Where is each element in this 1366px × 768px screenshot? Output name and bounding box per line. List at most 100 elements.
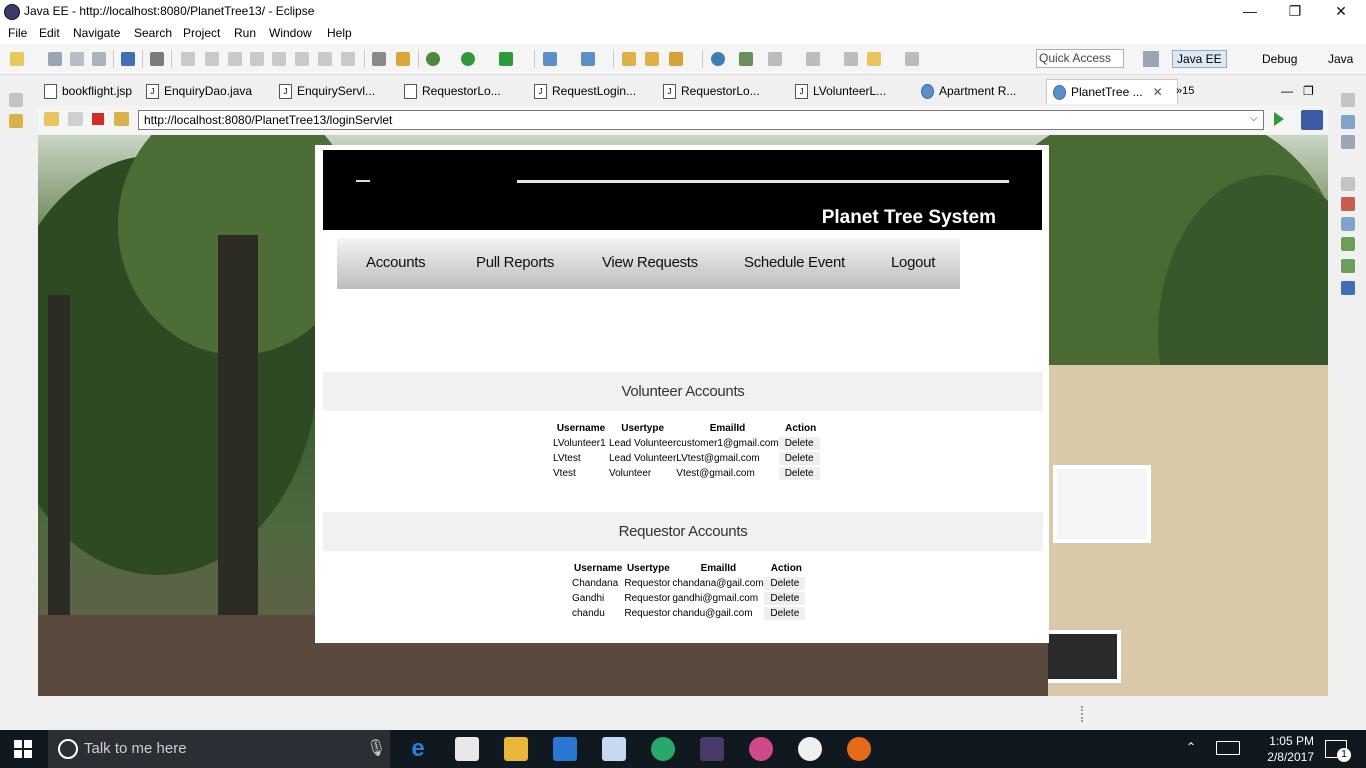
step-over-icon[interactable]	[295, 52, 309, 66]
drop-to-frame-icon[interactable]	[341, 52, 355, 66]
more-tabs-button[interactable]: »15	[1176, 79, 1206, 103]
new-server-icon[interactable]	[543, 52, 557, 66]
forward-arrow-icon[interactable]	[68, 112, 83, 126]
windows-start-icon[interactable]	[14, 740, 32, 758]
outline-icon[interactable]	[1341, 115, 1355, 129]
use-step-filters-icon[interactable]	[372, 52, 386, 66]
terminate-icon[interactable]	[228, 52, 242, 66]
perspective-debug[interactable]: Debug	[1262, 52, 1297, 66]
nav-schedule-event[interactable]: Schedule Event	[744, 254, 845, 271]
close-tab-icon[interactable]: ✕	[1153, 85, 1163, 99]
menu-file[interactable]: File	[8, 26, 27, 40]
restore-view-icon[interactable]	[9, 93, 23, 107]
save-icon[interactable]	[48, 52, 62, 66]
back-arrow-icon[interactable]	[44, 112, 59, 126]
minimize-editor-icon[interactable]: —	[1281, 79, 1295, 103]
terminal-icon[interactable]	[121, 52, 135, 66]
browser-menu-icon[interactable]	[1301, 110, 1323, 130]
taskbar-search[interactable]: Talk to me here 🎙	[48, 730, 390, 768]
tab-lvolunteerlogin[interactable]: J LVolunteerL...	[795, 79, 910, 103]
menu-navigate[interactable]: Navigate	[73, 26, 120, 40]
open-folder-icon[interactable]	[645, 52, 659, 66]
delete-button[interactable]: Delete	[778, 467, 820, 480]
url-dropdown-icon[interactable]: ⌵	[1250, 113, 1258, 124]
pin-icon[interactable]	[739, 52, 753, 66]
tab-enquiryservlet[interactable]: J EnquiryServl...	[279, 79, 394, 103]
step-return-icon[interactable]	[318, 52, 332, 66]
resume-icon[interactable]	[181, 52, 195, 66]
disconnect-icon[interactable]	[250, 52, 264, 66]
refresh-icon[interactable]	[114, 112, 129, 126]
task-list-icon[interactable]	[1341, 135, 1355, 149]
new-icon[interactable]	[10, 52, 24, 66]
prev-annotation-icon[interactable]	[806, 52, 820, 66]
itunes-icon[interactable]	[798, 737, 822, 761]
build-icon[interactable]	[396, 52, 410, 66]
skip-breakpoints-icon[interactable]	[150, 52, 164, 66]
eclipse-taskbar-icon[interactable]	[700, 737, 724, 761]
menu-run[interactable]: Run	[234, 26, 256, 40]
url-input[interactable]: http://localhost:8080/PlanetTree13/login…	[138, 110, 1264, 130]
new-class-icon[interactable]	[581, 52, 595, 66]
forward-icon[interactable]	[905, 52, 919, 66]
chevron-up-icon[interactable]: ⌃	[1186, 740, 1196, 754]
tab-apartment[interactable]: Apartment R...	[921, 79, 1036, 103]
globe-icon[interactable]	[711, 52, 725, 66]
firefox-icon[interactable]	[847, 737, 871, 761]
suspend-icon[interactable]	[205, 52, 219, 66]
nav-logout[interactable]: Logout	[891, 254, 935, 271]
restore-view-icon[interactable]	[1341, 177, 1355, 191]
last-edit-icon[interactable]	[844, 52, 858, 66]
perspective-java-ee[interactable]: Java EE	[1172, 50, 1227, 68]
quick-access-input[interactable]: Quick Access	[1036, 49, 1124, 68]
tab-requestorlogin-2[interactable]: J RequestorLo...	[663, 79, 778, 103]
tab-requestorlogin-1[interactable]: RequestorLo...	[404, 79, 519, 103]
maximize-editor-icon[interactable]: ❐	[1303, 79, 1317, 103]
microphone-icon[interactable]: 🎙	[366, 738, 386, 758]
paint-icon[interactable]	[602, 737, 626, 761]
nav-accounts[interactable]: Accounts	[366, 254, 426, 271]
tab-planettree[interactable]: PlanetTree ... ✕	[1046, 79, 1178, 104]
open-perspective-icon[interactable]	[1143, 51, 1159, 67]
defender-icon[interactable]	[553, 737, 577, 761]
open-type-icon[interactable]	[622, 52, 636, 66]
package-explorer-icon[interactable]	[9, 114, 23, 128]
restore-view-icon[interactable]	[1341, 93, 1355, 107]
step-into-icon[interactable]	[272, 52, 286, 66]
run-icon[interactable]	[461, 52, 475, 66]
tab-requestlogin[interactable]: J RequestLogin...	[534, 79, 649, 103]
taskbar-clock[interactable]: 1:05 PM 2/8/2017	[1244, 733, 1314, 765]
print-icon[interactable]	[92, 52, 106, 66]
nav-pull-reports[interactable]: Pull Reports	[476, 254, 554, 271]
tab-bookflight[interactable]: bookflight.jsp	[44, 79, 144, 103]
minimize-button[interactable]: —	[1227, 0, 1273, 22]
servers-icon[interactable]	[1341, 237, 1355, 251]
delete-button[interactable]: Delete	[778, 452, 820, 465]
properties-icon[interactable]	[1341, 217, 1355, 231]
paint-palette-icon[interactable]	[749, 737, 773, 761]
menu-window[interactable]: Window	[269, 26, 312, 40]
run-external-icon[interactable]	[499, 52, 513, 66]
delete-button[interactable]: Delete	[764, 607, 806, 620]
status-divider[interactable]	[1081, 706, 1085, 722]
data-source-icon[interactable]	[1341, 259, 1355, 273]
edge-icon[interactable]: e	[406, 737, 430, 761]
menu-help[interactable]: Help	[327, 26, 352, 40]
menu-project[interactable]: Project	[183, 26, 220, 40]
restore-button[interactable]: ❐	[1272, 0, 1318, 22]
close-button[interactable]: ✕	[1318, 0, 1364, 22]
markers-icon[interactable]	[1341, 197, 1355, 211]
console-icon[interactable]	[1341, 281, 1355, 295]
go-icon[interactable]	[1274, 112, 1284, 126]
next-annotation-icon[interactable]	[768, 52, 782, 66]
atom-icon[interactable]	[651, 737, 675, 761]
file-explorer-icon[interactable]	[504, 737, 528, 761]
stop-icon[interactable]	[92, 113, 104, 125]
keyboard-icon[interactable]	[1216, 741, 1240, 755]
delete-button[interactable]: Delete	[764, 577, 806, 590]
delete-button[interactable]: Delete	[764, 592, 806, 605]
menu-edit[interactable]: Edit	[39, 26, 60, 40]
debug-icon[interactable]	[426, 52, 440, 66]
save-all-icon[interactable]	[70, 52, 84, 66]
nav-view-requests[interactable]: View Requests	[602, 254, 698, 271]
